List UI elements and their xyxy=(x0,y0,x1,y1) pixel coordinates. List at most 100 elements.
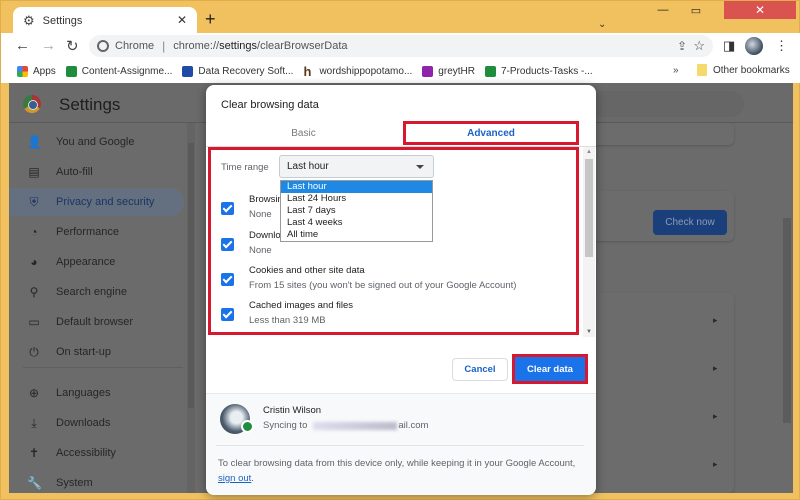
sidebar-item-auto-fill[interactable]: ▤ Auto-fill xyxy=(9,158,184,186)
profile-avatar[interactable] xyxy=(745,37,763,55)
forward-icon[interactable]: → xyxy=(41,37,56,54)
new-tab-button[interactable]: + xyxy=(205,9,216,30)
tab-title: Settings xyxy=(42,15,83,27)
sidebar-item-search-engine[interactable]: ⚲ Search engine xyxy=(9,278,184,306)
time-range-option[interactable]: All time xyxy=(281,229,432,241)
scroll-thumb[interactable] xyxy=(585,159,593,257)
clear-browsing-data-dialog: Clear browsing data Basic Advanced Time … xyxy=(206,85,596,495)
tab-search-icon[interactable]: ⌄ xyxy=(598,19,606,30)
bookmark-label: Data Recovery Soft... xyxy=(198,65,294,77)
more-bookmarks-icon[interactable]: » xyxy=(673,65,679,76)
side-panel-icon[interactable]: ◨ xyxy=(723,38,735,54)
checkbox[interactable] xyxy=(221,238,234,251)
time-range-option[interactable]: Last 7 days xyxy=(281,205,432,217)
sidebar-item-privacy-and-security[interactable]: ⛨ Privacy and security xyxy=(9,188,184,216)
checkbox[interactable] xyxy=(221,202,234,215)
search-icon: ⚲ xyxy=(29,285,39,299)
close-tab-icon[interactable]: ✕ xyxy=(177,13,187,27)
sidebar-item-languages[interactable]: ⊕ Languages xyxy=(9,379,184,407)
bookmarks-bar: Apps Content-Assignme... Data Recovery Sof… xyxy=(1,59,800,83)
time-range-option[interactable]: Last 24 Hours xyxy=(281,193,432,205)
greythr-icon xyxy=(422,65,434,77)
chrome-logo-icon xyxy=(23,95,41,113)
card-top xyxy=(584,123,734,145)
cancel-button[interactable]: Cancel xyxy=(452,358,508,381)
settings-sidebar: 👤 You and Google ▤ Auto-fill ⛨ Privacy and se… xyxy=(9,123,189,493)
power-icon: ⏻ xyxy=(29,344,39,359)
chevron-right-icon[interactable]: ▸ xyxy=(713,411,718,422)
clear-item-row: Cached images and files Less than 319 MB xyxy=(221,300,561,334)
site-label: Chrome xyxy=(115,40,155,52)
chevron-right-icon[interactable]: ▸ xyxy=(713,315,718,326)
address-bar[interactable]: Chrome | chrome://settings/clearBrowserD… xyxy=(89,35,713,57)
sidebar-item-label: Downloads xyxy=(56,417,111,429)
tab-basic[interactable]: Basic xyxy=(206,121,401,145)
sidebar-item-label: Search engine xyxy=(56,286,127,298)
sidebar-item-label: Default browser xyxy=(56,316,134,328)
sign-out-link[interactable]: sign out xyxy=(218,473,251,484)
menu-icon[interactable]: ⋮ xyxy=(775,38,788,54)
apps-grid-icon xyxy=(17,65,28,77)
tab-advanced[interactable]: Advanced xyxy=(403,121,579,145)
sidebar-item-you-and-google[interactable]: 👤 You and Google xyxy=(9,128,184,156)
bookmark-item[interactable]: h wordshippopotamo... xyxy=(303,65,413,78)
sidebar-item-default-browser[interactable]: ▭ Default browser xyxy=(9,308,184,336)
time-range-select[interactable]: Last hour xyxy=(279,155,434,178)
main-scrollbar[interactable] xyxy=(781,128,791,493)
reload-icon[interactable]: ↻ xyxy=(66,37,79,55)
folder-icon xyxy=(697,64,707,76)
sidebar-item-on-start-up[interactable]: ⏻ On start-up xyxy=(9,338,184,366)
download-icon: ⤓ xyxy=(31,415,37,430)
bookmark-item[interactable]: Data Recovery Soft... xyxy=(182,65,294,77)
sidebar-item-appearance[interactable]: ◕ Appearance xyxy=(9,248,184,276)
bookmark-label: Apps xyxy=(33,65,56,77)
speedometer-icon: ◔ xyxy=(30,225,38,239)
redacted-email xyxy=(313,421,398,430)
other-bookmarks[interactable]: Other bookmarks xyxy=(697,64,790,76)
url-text: chrome://settings/clearBrowserData xyxy=(173,40,348,52)
share-icon[interactable]: ⇪ xyxy=(677,39,687,53)
tab-settings[interactable]: ⚙ Settings ✕ xyxy=(13,7,197,35)
sidebar-scrollbar[interactable] xyxy=(187,123,195,493)
clipboard-icon: ▤ xyxy=(28,165,40,179)
bookmark-label: wordshippopotamo... xyxy=(319,65,413,77)
sidebar-item-label: Privacy and security xyxy=(56,196,155,208)
settings-search-input[interactable] xyxy=(589,91,744,117)
minimize-button[interactable]: — xyxy=(651,1,675,19)
time-range-option[interactable]: Last 4 weeks xyxy=(281,217,432,229)
toolbar: ← → ↻ Chrome | chrome://settings/clearBr… xyxy=(1,33,800,59)
dialog-scrollbar[interactable]: ▲ ▼ xyxy=(583,147,595,337)
palette-icon: ◕ xyxy=(30,255,38,269)
check-now-button[interactable]: Check now xyxy=(653,210,727,235)
checkbox[interactable] xyxy=(221,308,234,321)
sidebar-item-label: Languages xyxy=(56,387,111,399)
scroll-down-icon[interactable]: ▼ xyxy=(586,329,592,335)
browser-window: ⚙ Settings ✕ + ⌄ — ▭ ✕ ← → ↻ Chrome | ch… xyxy=(0,0,800,500)
footer-divider xyxy=(216,445,584,446)
bookmark-item[interactable]: 7-Products-Tasks -... xyxy=(484,65,593,77)
maximize-button[interactable]: ▭ xyxy=(684,1,708,19)
time-range-label: Time range xyxy=(221,162,269,173)
close-window-button[interactable]: ✕ xyxy=(724,1,796,19)
sidebar-divider xyxy=(23,367,183,368)
browser-window-icon: ▭ xyxy=(28,315,40,329)
chevron-right-icon[interactable]: ▸ xyxy=(713,363,718,374)
bookmark-label: Content-Assignme... xyxy=(81,65,173,77)
privacy-list-card xyxy=(584,293,734,493)
sidebar-item-downloads[interactable]: ⤓ Downloads xyxy=(9,409,184,437)
bookmark-item[interactable]: greytHR xyxy=(422,65,475,77)
clear-data-button[interactable]: Clear data xyxy=(515,357,585,381)
note-text: To clear browsing data from this device … xyxy=(218,458,576,469)
bookmark-label: 7-Products-Tasks -... xyxy=(500,65,593,77)
bookmark-star-icon[interactable]: ☆ xyxy=(693,38,705,54)
sidebar-item-system[interactable]: 🔧 System xyxy=(9,469,184,493)
time-range-option[interactable]: Last hour xyxy=(281,181,432,193)
back-icon[interactable]: ← xyxy=(15,37,30,54)
sidebar-item-accessibility[interactable]: ✝ Accessibility xyxy=(9,439,184,467)
bookmark-item[interactable]: Content-Assignme... xyxy=(65,65,173,77)
checkbox[interactable] xyxy=(221,273,234,286)
sidebar-item-performance[interactable]: ◔ Performance xyxy=(9,218,184,246)
scroll-up-icon[interactable]: ▲ xyxy=(586,149,592,155)
chevron-right-icon[interactable]: ▸ xyxy=(713,459,718,470)
bookmark-item[interactable]: Apps xyxy=(17,65,56,77)
